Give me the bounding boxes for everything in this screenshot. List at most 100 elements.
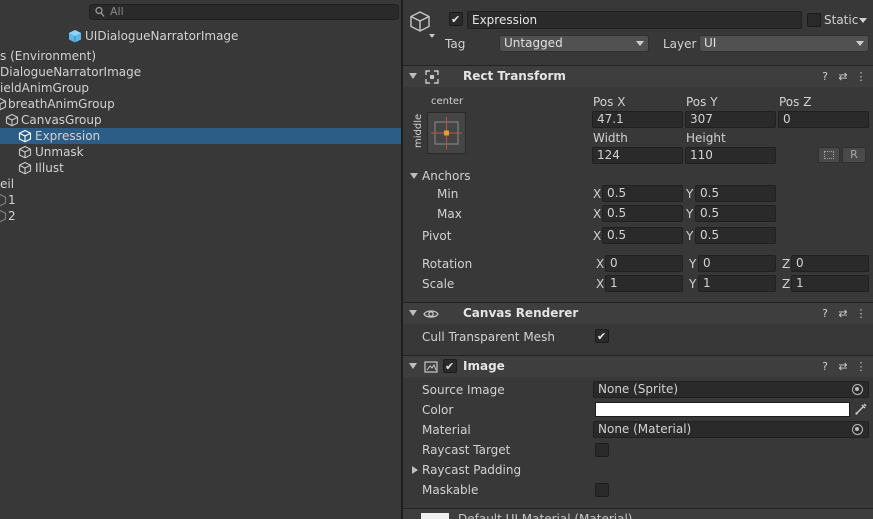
chevron-down-icon (856, 41, 864, 46)
scale-x-field[interactable]: 1 (605, 275, 683, 292)
raycast-target-label: Raycast Target (422, 443, 511, 457)
raycast-target-checkbox[interactable] (595, 443, 609, 457)
chevron-down-icon (636, 41, 644, 46)
anchor-preset-button[interactable] (427, 112, 466, 154)
gameobject-large-icon[interactable] (409, 10, 435, 38)
material-preview-header[interactable]: Default UI Material (Material) (403, 508, 873, 519)
more-options-icon[interactable]: ⋮ (855, 307, 867, 320)
raw-edit-button[interactable]: R (842, 147, 866, 163)
scale-y-field[interactable]: 1 (698, 275, 776, 292)
axis-x-label: X (593, 207, 602, 221)
anchor-min-label: Min (437, 187, 459, 201)
anchor-horizontal-label: center (431, 96, 464, 107)
object-name-field[interactable]: Expression (467, 11, 802, 29)
hierarchy-item[interactable]: Unmask (0, 144, 401, 160)
hierarchy-item[interactable]: 1 (0, 192, 401, 208)
pos-z-field[interactable]: 0 (778, 111, 869, 128)
gameobject-icon (18, 161, 32, 175)
more-options-icon[interactable]: ⋮ (855, 360, 867, 373)
presets-icon[interactable]: ⇄ (837, 360, 849, 373)
blueprint-mode-button[interactable] (818, 147, 840, 163)
anchor-vertical-label: middle (413, 113, 424, 148)
anchors-label[interactable]: Anchors (422, 168, 471, 184)
checkmark-icon: ✔ (597, 330, 607, 343)
cube-icon (69, 30, 81, 43)
help-icon[interactable]: ? (819, 307, 831, 320)
width-field[interactable]: 124 (592, 147, 683, 164)
search-icon (95, 6, 105, 17)
rect-transform-title: Rect Transform (463, 69, 566, 83)
cull-transparent-mesh-checkbox[interactable]: ✔ (595, 329, 609, 343)
hierarchy-item[interactable]: DialogueNarratorImage (0, 64, 401, 80)
hierarchy-item[interactable]: 2 (0, 208, 401, 224)
help-icon[interactable]: ? (819, 360, 831, 373)
static-checkbox[interactable] (807, 13, 821, 27)
pos-x-field[interactable]: 47.1 (592, 111, 683, 128)
anchor-max-x-field[interactable]: 0.5 (602, 205, 683, 222)
material-label: Material (422, 423, 471, 437)
source-image-field[interactable]: None (Sprite) (593, 381, 869, 398)
anchor-min-x-field[interactable]: 0.5 (602, 185, 683, 202)
anchors-foldout-icon[interactable] (410, 173, 418, 179)
raycast-padding-foldout-icon[interactable] (412, 466, 418, 474)
image-enabled-checkbox[interactable]: ✔ (443, 359, 457, 373)
foldout-icon[interactable] (409, 363, 417, 369)
color-swatch[interactable] (595, 402, 850, 417)
pos-y-field[interactable]: 307 (685, 111, 776, 128)
rotation-y-field[interactable]: 0 (698, 255, 776, 272)
presets-icon[interactable]: ⇄ (837, 307, 849, 320)
help-icon[interactable]: ? (819, 70, 831, 83)
object-picker-icon[interactable] (852, 384, 863, 395)
eye-icon (423, 310, 439, 318)
source-image-label: Source Image (422, 383, 505, 397)
hierarchy-item[interactable]: s (Environment) (0, 48, 401, 64)
scene-title[interactable]: UIDialogueNarratorImage (68, 28, 238, 44)
tag-dropdown-value: Untagged (504, 36, 563, 50)
hierarchy-item[interactable]: CanvasGroup (0, 112, 401, 128)
material-preview-title: Default UI Material (Material) (458, 512, 633, 519)
layer-dropdown-value: UI (704, 36, 717, 50)
image-header[interactable]: ✔ Image ? ⇄ ⋮ (403, 355, 873, 377)
hierarchy-item[interactable]: ieldAnimGroup (0, 80, 401, 96)
hierarchy-item-selected[interactable]: Expression (0, 128, 401, 144)
source-image-value: None (Sprite) (598, 382, 679, 396)
axis-x-label: X (593, 187, 602, 201)
maskable-label: Maskable (422, 483, 479, 497)
height-field[interactable]: 110 (685, 147, 776, 164)
static-label[interactable]: Static (824, 12, 858, 28)
hierarchy-item[interactable]: eil (0, 176, 401, 192)
object-picker-icon[interactable] (852, 424, 863, 435)
rotation-x-field[interactable]: 0 (605, 255, 683, 272)
hierarchy-search-input[interactable]: All (89, 4, 399, 20)
tag-dropdown[interactable]: Untagged (499, 35, 649, 52)
axis-z-label: Z (782, 257, 791, 271)
pos-z-label: Pos Z (779, 95, 812, 109)
static-dropdown-icon[interactable] (859, 18, 867, 23)
eyedropper-icon[interactable] (854, 402, 868, 416)
active-checkbox[interactable]: ✔ (449, 12, 463, 26)
rotation-z-field[interactable]: 0 (791, 255, 869, 272)
anchor-max-y-field[interactable]: 0.5 (695, 205, 776, 222)
hierarchy-item[interactable]: breathAnimGroup (0, 96, 401, 112)
hierarchy-panel: All UIDialogueNarratorImage s (Environme… (0, 0, 401, 519)
pivot-y-field[interactable]: 0.5 (695, 227, 776, 244)
canvas-renderer-header[interactable]: Canvas Renderer ? ⇄ ⋮ (403, 302, 873, 324)
presets-icon[interactable]: ⇄ (837, 70, 849, 83)
scene-title-label: UIDialogueNarratorImage (85, 29, 239, 43)
scale-z-field[interactable]: 1 (791, 275, 869, 292)
rect-transform-header[interactable]: Rect Transform ? ⇄ ⋮ (403, 65, 873, 87)
checkmark-icon: ✔ (445, 360, 455, 373)
pivot-x-field[interactable]: 0.5 (602, 227, 683, 244)
foldout-icon[interactable] (409, 73, 417, 79)
layer-dropdown[interactable]: UI (699, 35, 869, 52)
image-component-icon (424, 361, 438, 373)
raycast-padding-label[interactable]: Raycast Padding (422, 462, 521, 478)
maskable-checkbox[interactable] (595, 483, 609, 497)
hierarchy-item[interactable]: Illust (0, 160, 401, 176)
more-options-icon[interactable]: ⋮ (855, 70, 867, 83)
material-field[interactable]: None (Material) (593, 421, 869, 438)
checkmark-icon: ✔ (451, 13, 461, 26)
anchor-min-y-field[interactable]: 0.5 (695, 185, 776, 202)
foldout-icon[interactable] (409, 310, 417, 316)
material-value: None (Material) (598, 422, 692, 436)
